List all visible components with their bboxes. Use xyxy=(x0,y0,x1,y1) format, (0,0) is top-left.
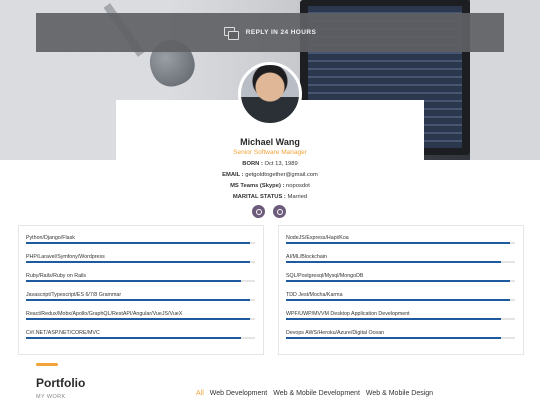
skill-progress-fill xyxy=(286,337,502,339)
born-label: BORN : xyxy=(242,161,263,167)
section-accent xyxy=(36,363,58,366)
skill-label: Ruby/Rails/Ruby on Rails xyxy=(26,273,87,279)
email-value[interactable]: getgoldtogether@gmail.com xyxy=(245,172,318,178)
globe-icon[interactable] xyxy=(273,205,286,218)
filter-web-mobile-development[interactable]: Web & Mobile Development xyxy=(273,390,360,397)
skill-progress-fill xyxy=(26,242,251,244)
skill-row: C#/.NET/ASP.NET/CORE/MVC xyxy=(26,321,255,340)
skill-label: React/Redux/Mobx/Apollo/GraphQL/RestAPI/… xyxy=(26,311,183,317)
email-row: EMAIL : getgoldtogether@gmail.com xyxy=(116,172,424,178)
portfolio-subtitle: MY WORK xyxy=(36,394,66,400)
filter-all[interactable]: All xyxy=(196,390,204,397)
skill-label: Python/Django/Flask xyxy=(26,235,75,241)
skill-progress-bar xyxy=(26,261,255,263)
skill-label: PHP/Laravel/Symfony/Wordpress xyxy=(26,254,105,260)
skill-row: WPF/UWP/MVVM Desktop Application Develop… xyxy=(286,302,515,321)
skill-row: SQL/Postgresql/Mysql/MongoDB xyxy=(286,264,515,283)
chat-icon xyxy=(223,26,239,40)
born-row: BORN : Oct 13, 1989 xyxy=(116,161,424,167)
profile-role: Senior Software Manager xyxy=(233,149,307,156)
marital-value: Married xyxy=(287,194,308,200)
born-value: Oct 13, 1989 xyxy=(264,161,298,167)
avatar xyxy=(238,62,302,126)
profile-links xyxy=(252,205,286,218)
skills-panel-right: NodeJS/Express/Hapi/Koa AI/ML/Blockchain S… xyxy=(278,225,524,355)
teams-row: MS Teams (Skype) : noposdot xyxy=(116,183,424,189)
skill-label: WPF/UWP/MVVM Desktop Application Develop… xyxy=(286,311,410,317)
skills-panel-left: Python/Django/Flask PHP/Laravel/Symfony/W… xyxy=(18,225,264,355)
profile-name: Michael Wang xyxy=(240,137,300,147)
skill-label: TDD Jest/Mocha/Karma xyxy=(286,292,343,298)
reply-banner: REPLY IN 24 HOURS xyxy=(36,13,504,52)
teams-value: noposdot xyxy=(286,183,310,189)
email-label: EMAIL : xyxy=(222,172,244,178)
skill-progress-fill xyxy=(26,280,242,282)
skill-label: SQL/Postgresql/Mysql/MongoDB xyxy=(286,273,364,279)
skill-progress-bar xyxy=(286,280,515,282)
skill-row: PHP/Laravel/Symfony/Wordpress xyxy=(26,245,255,264)
skill-progress-bar xyxy=(26,337,255,339)
portfolio-filters: All Web Development Web & Mobile Developme… xyxy=(196,390,433,397)
skill-progress-fill xyxy=(286,318,502,320)
skill-progress-bar xyxy=(26,280,255,282)
skill-label: AI/ML/Blockchain xyxy=(286,254,327,260)
skill-row: TDD Jest/Mocha/Karma xyxy=(286,283,515,302)
skill-progress-fill xyxy=(26,337,242,339)
skill-progress-fill xyxy=(286,261,502,263)
teams-label: MS Teams (Skype) : xyxy=(230,183,285,189)
skill-row: AI/ML/Blockchain xyxy=(286,245,515,264)
portfolio-title: Portfolio xyxy=(36,376,86,390)
skill-progress-fill xyxy=(286,280,511,282)
skill-label: Devops AWS/Heroku/Azure/Digital Ocean xyxy=(286,330,385,336)
skill-row: React/Redux/Mobx/Apollo/GraphQL/RestAPI/… xyxy=(26,302,255,321)
skill-row: Ruby/Rails/Ruby on Rails xyxy=(26,264,255,283)
skill-label: C#/.NET/ASP.NET/CORE/MVC xyxy=(26,330,100,336)
skill-progress-fill xyxy=(26,318,251,320)
skill-progress-bar xyxy=(26,299,255,301)
skill-row: Javascript/Typescript/ES 6/7/8 Grammar xyxy=(26,283,255,302)
skill-progress-bar xyxy=(26,242,255,244)
skill-progress-bar xyxy=(286,318,515,320)
skill-row: NodeJS/Express/Hapi/Koa xyxy=(286,226,515,245)
skill-label: NodeJS/Express/Hapi/Koa xyxy=(286,235,349,241)
skill-progress-bar xyxy=(286,242,515,244)
skill-progress-bar xyxy=(286,299,515,301)
skill-progress-bar xyxy=(286,261,515,263)
skill-progress-bar xyxy=(26,318,255,320)
skill-progress-fill xyxy=(26,261,251,263)
skill-progress-fill xyxy=(286,299,511,301)
skill-row: Devops AWS/Heroku/Azure/Digital Ocean xyxy=(286,321,515,340)
marital-row: MARITAL STATUS : Married xyxy=(116,194,424,200)
skill-row: Python/Django/Flask xyxy=(26,226,255,245)
filter-web-development[interactable]: Web Development xyxy=(210,390,267,397)
skill-progress-fill xyxy=(26,299,251,301)
filter-web-mobile-design[interactable]: Web & Mobile Design xyxy=(366,390,433,397)
marital-label: MARITAL STATUS : xyxy=(232,194,286,200)
skill-label: Javascript/Typescript/ES 6/7/8 Grammar xyxy=(26,292,122,298)
reply-banner-text: REPLY IN 24 HOURS xyxy=(245,29,317,36)
github-icon[interactable] xyxy=(252,205,265,218)
skill-progress-fill xyxy=(286,242,511,244)
skill-progress-bar xyxy=(286,337,515,339)
